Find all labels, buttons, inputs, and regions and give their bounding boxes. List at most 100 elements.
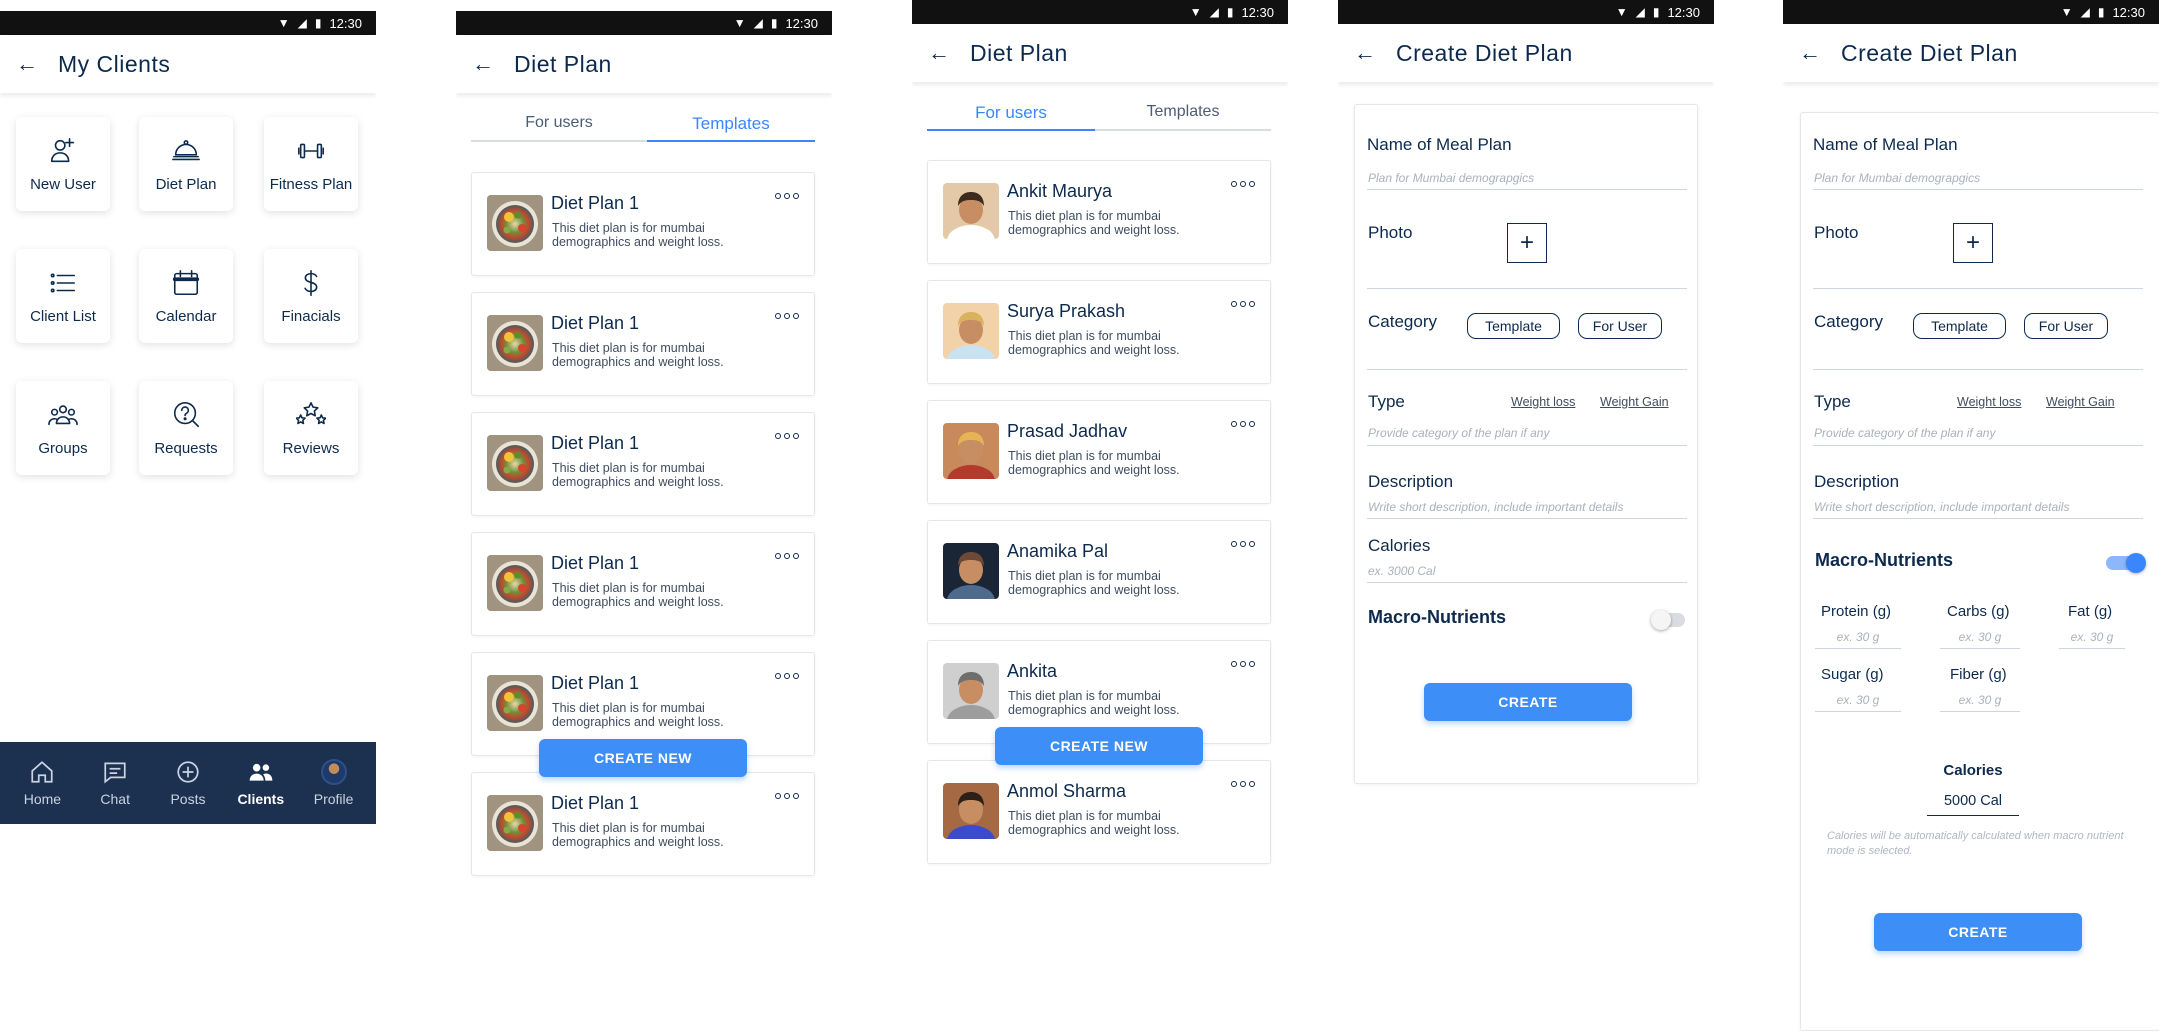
tile-fitness-plan[interactable]: Fitness Plan [264,117,358,211]
diet-plan-thumbnail [487,675,543,731]
description-label: Description [1814,472,1900,491]
more-options-icon[interactable] [775,793,799,799]
category-for-user-pill[interactable]: For User [2024,313,2108,339]
more-options-icon[interactable] [775,433,799,439]
category-template-pill[interactable]: Template [1913,313,2006,339]
type-weight-loss-link[interactable]: Weight loss [1511,395,1575,409]
user-avatar [943,543,999,599]
add-photo-button[interactable]: + [1507,223,1547,263]
create-new-button[interactable]: CREATE NEW [995,727,1203,765]
tile-reviews[interactable]: Reviews [264,381,358,475]
users-screen: ▼ ◢ ▮ 12:30 ← Diet Plan For users Templa… [912,0,1288,1031]
nav-home[interactable]: Home [7,759,77,807]
type-input[interactable]: Provide category of the plan if any [1368,426,1549,440]
protein-input[interactable]: ex. 30 g [1815,630,1901,644]
tile-label: Requests [154,439,218,457]
user-plan-card[interactable]: Anmol Sharma This diet plan is for mumba… [927,760,1271,864]
tile-label: Reviews [282,439,340,457]
type-weight-gain-link[interactable]: Weight Gain [1600,395,1669,409]
tile-diet-plan[interactable]: Diet Plan [139,117,233,211]
nav-chat[interactable]: Chat [80,759,150,807]
category-for-user-pill[interactable]: For User [1578,313,1662,339]
user-avatar [943,663,999,719]
nav-label: Posts [170,791,206,807]
sugar-input[interactable]: ex. 30 g [1815,693,1901,707]
tile-requests[interactable]: Requests [139,381,233,475]
create-screen-a: ▼ ◢ ▮ 12:30 ← Create Diet Plan Name of M… [1338,0,1714,1031]
clients-screen: ▼ ◢ ▮ 12:30 ← My Clients New User Diet P… [0,0,376,1031]
diet-plan-thumbnail [487,315,543,371]
user-plan-card[interactable]: Surya Prakash This diet plan is for mumb… [927,280,1271,384]
back-arrow-icon[interactable]: ← [928,42,950,64]
divider [1367,369,1687,370]
user-plan-card[interactable]: Anamika Pal This diet plan is for mumbai… [927,520,1271,624]
more-options-icon[interactable] [775,313,799,319]
fat-input[interactable]: ex. 30 g [2059,630,2125,644]
user-plan-card[interactable]: Ankit Maurya This diet plan is for mumba… [927,160,1271,264]
back-arrow-icon[interactable]: ← [1354,42,1376,64]
tab-for-users[interactable]: For users [927,103,1095,131]
carbs-input[interactable]: ex. 30 g [1940,630,2020,644]
signal-icon: ◢ [2080,5,2090,19]
create-button[interactable]: CREATE [1874,913,2082,951]
nav-clients[interactable]: Clients [226,759,296,807]
user-avatar [943,423,999,479]
add-user-icon [50,137,75,162]
more-options-icon[interactable] [1231,661,1255,667]
more-options-icon[interactable] [775,193,799,199]
back-arrow-icon[interactable]: ← [472,53,494,75]
card-description: This diet plan is for mumbai demographic… [1008,809,1180,837]
name-input[interactable]: Plan for Mumbai demograpgics [1368,171,1534,185]
tab-for-users[interactable]: For users [471,114,647,142]
tile-new-user[interactable]: New User [16,117,110,211]
more-options-icon[interactable] [1231,181,1255,187]
more-options-icon[interactable] [1231,541,1255,547]
tab-templates[interactable]: Templates [647,114,815,142]
nav-posts[interactable]: Posts [153,759,223,807]
type-weight-loss-link[interactable]: Weight loss [1957,395,2021,409]
template-card[interactable]: Diet Plan 1 This diet plan is for mumbai… [471,172,815,276]
macro-nutrients-label: Macro-Nutrients [1815,550,1954,570]
category-template-pill[interactable]: Template [1467,313,1560,339]
back-arrow-icon[interactable]: ← [16,53,38,75]
back-arrow-icon[interactable]: ← [1799,42,1821,64]
macro-nutrients-toggle[interactable] [1651,610,1685,630]
user-plan-card[interactable]: Prasad Jadhav This diet plan is for mumb… [927,400,1271,504]
add-photo-button[interactable]: + [1953,223,1993,263]
type-weight-gain-link[interactable]: Weight Gain [2046,395,2115,409]
card-description: This diet plan is for mumbai demographic… [552,341,724,369]
card-title: Anamika Pal [1007,541,1109,561]
battery-icon: ▮ [1652,5,1660,19]
calories-input[interactable]: ex. 3000 Cal [1368,564,1435,578]
more-options-icon[interactable] [775,673,799,679]
name-input[interactable]: Plan for Mumbai demograpgics [1814,171,1980,185]
create-new-button[interactable]: CREATE NEW [539,739,747,777]
more-options-icon[interactable] [1231,301,1255,307]
divider [1813,189,2143,190]
nav-profile[interactable]: Profile [299,759,369,807]
tile-client-list[interactable]: Client List [16,249,110,343]
wifi-icon: ▼ [1615,5,1628,19]
tab-templates[interactable]: Templates [1095,103,1271,131]
template-card[interactable]: Diet Plan 1 This diet plan is for mumbai… [471,532,815,636]
tile-calendar[interactable]: Calendar [139,249,233,343]
type-input[interactable]: Provide category of the plan if any [1814,426,1995,440]
create-button[interactable]: CREATE [1424,683,1632,721]
macro-nutrients-toggle[interactable] [2106,553,2146,573]
card-description: This diet plan is for mumbai demographic… [1008,209,1180,237]
template-card[interactable]: Diet Plan 1 This diet plan is for mumbai… [471,772,815,876]
tile-groups[interactable]: Groups [16,381,110,475]
more-options-icon[interactable] [1231,781,1255,787]
more-options-icon[interactable] [1231,421,1255,427]
description-input[interactable]: Write short description, include importa… [1368,500,1623,514]
fiber-input[interactable]: ex. 30 g [1940,693,2020,707]
tile-finacials[interactable]: Finacials [264,249,358,343]
description-input[interactable]: Write short description, include importa… [1814,500,2069,514]
status-bar: ▼ ◢ ▮ 12:30 [1783,0,2159,24]
dumbbell-icon [298,143,324,158]
more-options-icon[interactable] [775,553,799,559]
wifi-icon: ▼ [733,16,746,30]
template-card[interactable]: Diet Plan 1 This diet plan is for mumbai… [471,412,815,516]
template-card[interactable]: Diet Plan 1 This diet plan is for mumbai… [471,292,815,396]
divider [2059,648,2125,649]
